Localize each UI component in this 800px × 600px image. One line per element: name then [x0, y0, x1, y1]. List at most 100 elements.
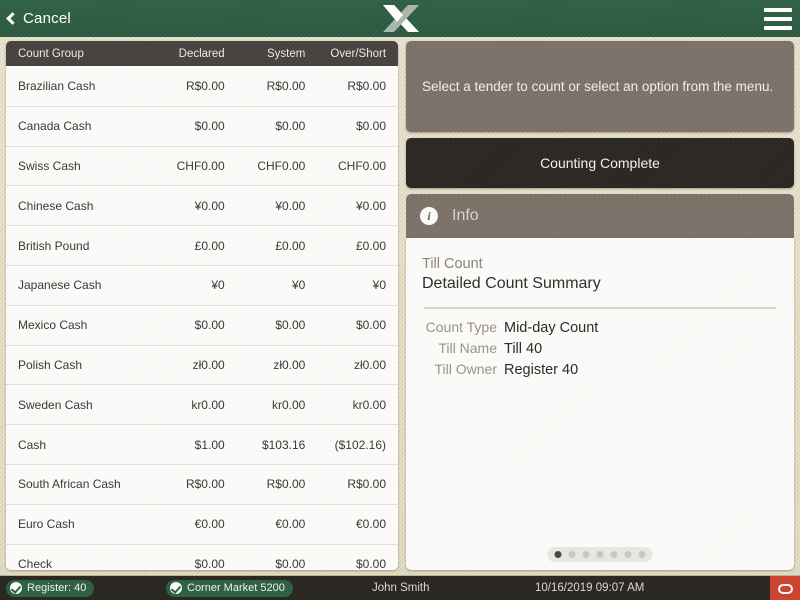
- status-store-label: Corner Market 5200: [187, 582, 285, 594]
- cell-system: ¥0.00: [275, 198, 306, 213]
- power-glyph: [777, 583, 793, 594]
- summary-field: Till Name Till 40: [422, 340, 778, 357]
- summary-field-value: Till 40: [504, 341, 543, 357]
- cell-count-group: Mexico Cash: [18, 318, 88, 333]
- cancel-button[interactable]: Cancel: [0, 0, 81, 37]
- status-badge-register: Register: 40: [6, 579, 95, 597]
- cell-system: kr0.00: [271, 397, 306, 412]
- table-row[interactable]: Sweden Cash kr0.00 kr0.00 kr0.00: [6, 384, 398, 425]
- cell-system: zł0.00: [273, 357, 306, 372]
- table-body: Brazilian Cash R$0.00 R$0.00 R$0.00 Canada C…: [6, 66, 398, 570]
- cell-over-short: £0.00: [355, 238, 387, 253]
- summary-field-list: Count Type Mid-day Count Till Name Till 40 T…: [422, 319, 778, 378]
- cell-count-group: South African Cash: [18, 477, 121, 492]
- cell-declared: ¥0.00: [194, 198, 225, 213]
- page-indicator-dot[interactable]: [596, 551, 604, 558]
- cell-over-short: ¥0.00: [355, 198, 387, 213]
- table-header-row: Count Group Declared System Over/Short: [6, 41, 398, 66]
- cell-system: CHF0.00: [257, 158, 306, 173]
- cancel-button-label: Cancel: [23, 10, 71, 27]
- page-indicator-dot[interactable]: [568, 551, 576, 558]
- summary-divider: [424, 307, 776, 309]
- cell-declared: ¥0: [211, 278, 225, 293]
- cell-system: $0.00: [275, 556, 306, 570]
- column-header-count-group: Count Group: [18, 47, 84, 60]
- table-row[interactable]: Brazilian Cash R$0.00 R$0.00 R$0.00: [6, 66, 398, 106]
- cell-count-group: Check: [18, 556, 53, 570]
- status-user-name: John Smith: [372, 582, 430, 594]
- cell-system: R$0.00: [266, 78, 306, 93]
- summary-kicker: Till Count: [422, 256, 483, 272]
- cell-count-group: Sweden Cash: [18, 397, 93, 412]
- table-row[interactable]: South African Cash R$0.00 R$0.00 R$0.00: [6, 463, 398, 504]
- summary-field: Till Owner Register 40: [422, 361, 778, 378]
- column-header-system: System: [267, 47, 306, 60]
- summary-field-label: Till Owner: [434, 361, 498, 377]
- cell-system: R$0.00: [266, 477, 306, 492]
- hamburger-menu-icon[interactable]: [764, 8, 792, 30]
- cell-over-short: ($102.16): [334, 437, 387, 452]
- cell-system: £0.00: [275, 238, 306, 253]
- table-row[interactable]: Japanese Cash ¥0 ¥0 ¥0: [6, 264, 398, 305]
- counting-complete-button[interactable]: Counting Complete: [406, 138, 794, 188]
- page-indicator-dot[interactable]: [554, 551, 562, 558]
- table-row[interactable]: Euro Cash €0.00 €0.00 €0.00: [6, 503, 398, 544]
- cell-declared: R$0.00: [185, 78, 225, 93]
- cell-declared: R$0.00: [185, 477, 225, 492]
- status-datetime: 10/16/2019 09:07 AM: [535, 582, 645, 594]
- table-row[interactable]: Cash $1.00 $103.16 ($102.16): [6, 424, 398, 464]
- cell-over-short: $0.00: [355, 556, 387, 570]
- cell-system: $103.16: [261, 437, 306, 452]
- summary-field-value: Mid-day Count: [504, 320, 599, 336]
- cell-system: $0.00: [275, 119, 306, 134]
- info-section-header: i Info: [406, 194, 794, 238]
- check-circle-icon: [10, 582, 22, 594]
- cell-system: $0.00: [275, 318, 306, 333]
- page-indicator-dot[interactable]: [624, 551, 632, 558]
- cell-count-group: Swiss Cash: [18, 158, 81, 173]
- info-section-body: Till Count Detailed Count Summary Count …: [406, 238, 794, 570]
- cell-over-short: R$0.00: [347, 477, 387, 492]
- cell-system: €0.00: [275, 517, 306, 532]
- status-badge-store: Corner Market 5200: [166, 579, 293, 597]
- power-button-icon[interactable]: [770, 576, 800, 600]
- page-indicator-dot[interactable]: [582, 551, 590, 558]
- top-navigation-bar: Cancel: [0, 0, 800, 37]
- page-indicator-dot[interactable]: [610, 551, 618, 558]
- cell-declared: $0.00: [194, 318, 225, 333]
- hamburger-bar: [764, 8, 792, 12]
- check-circle-icon: [170, 582, 182, 594]
- cell-over-short: €0.00: [355, 517, 387, 532]
- table-row[interactable]: Polish Cash zł0.00 zł0.00 zł0.00: [6, 344, 398, 385]
- cell-declared: zł0.00: [192, 357, 225, 372]
- cell-over-short: R$0.00: [347, 78, 387, 93]
- cell-declared: $0.00: [194, 556, 225, 570]
- page-indicator[interactable]: [547, 547, 653, 562]
- table-row[interactable]: Check $0.00 $0.00 $0.00: [6, 543, 398, 570]
- column-header-declared: Declared: [178, 47, 225, 60]
- table-row[interactable]: Mexico Cash $0.00 $0.00 $0.00: [6, 304, 398, 345]
- count-group-table: Count Group Declared System Over/Short B…: [6, 41, 398, 570]
- page-indicator-dot[interactable]: [638, 551, 646, 558]
- prompt-text: Select a tender to count or select an op…: [422, 79, 774, 94]
- cell-count-group: Polish Cash: [18, 357, 83, 372]
- cell-over-short: zł0.00: [353, 357, 387, 372]
- cell-system: ¥0: [291, 278, 306, 293]
- cell-count-group: Cash: [18, 437, 47, 452]
- x-logo-icon: [383, 5, 419, 32]
- till-count-screen: Cancel Count Group Declared System Over/…: [0, 0, 800, 600]
- cell-declared: kr0.00: [191, 397, 225, 412]
- table-row[interactable]: Swiss Cash CHF0.00 CHF0.00 CHF0.00: [6, 145, 398, 186]
- status-register-label: Register: 40: [27, 582, 87, 594]
- hamburger-bar: [764, 26, 792, 30]
- cell-count-group: Brazilian Cash: [18, 78, 96, 93]
- status-bar: Register: 40 Corner Market 5200 John Smi…: [0, 575, 800, 600]
- counting-complete-label: Counting Complete: [540, 155, 660, 171]
- column-header-over-short: Over/Short: [330, 47, 387, 60]
- table-row[interactable]: Chinese Cash ¥0.00 ¥0.00 ¥0.00: [6, 185, 398, 226]
- hamburger-bar: [764, 17, 792, 21]
- cell-over-short: ¥0: [372, 278, 387, 293]
- table-row[interactable]: British Pound £0.00 £0.00 £0.00: [6, 225, 398, 265]
- info-section-title: Info: [452, 207, 479, 224]
- table-row[interactable]: Canada Cash $0.00 $0.00 $0.00: [6, 105, 398, 146]
